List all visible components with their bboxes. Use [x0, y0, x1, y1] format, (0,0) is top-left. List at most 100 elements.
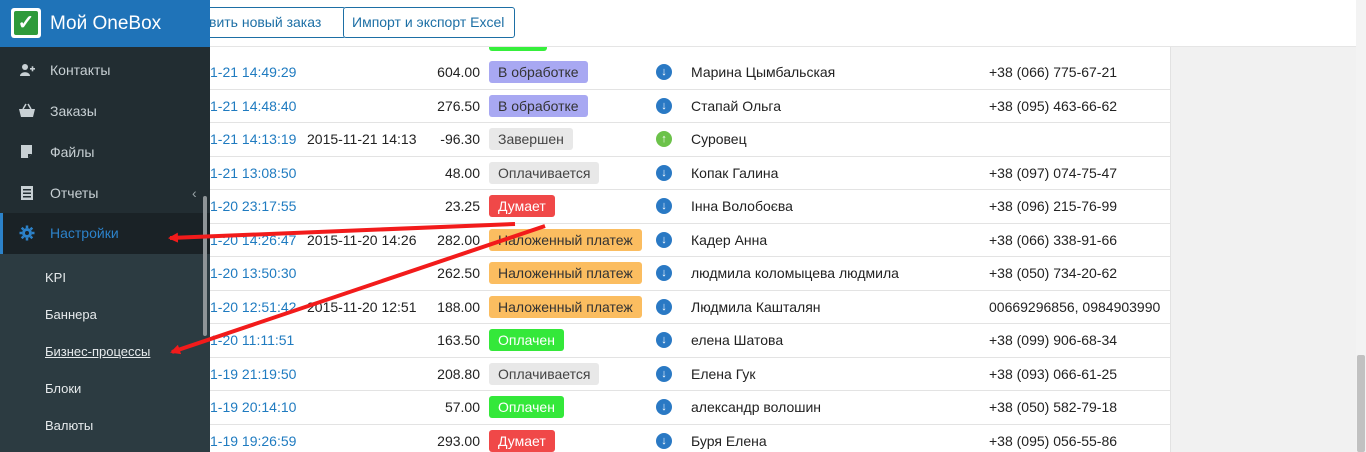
order-date-link[interactable]: 1-19 19:26:59: [210, 425, 305, 452]
order-closed-date: [307, 324, 427, 357]
client-phone: +38 (066) 338-91-66: [989, 231, 1118, 248]
status-cell: Оплачен: [489, 324, 564, 357]
table-row[interactable]: 1-20 11:11:51 163.50 Оплачен ↓ елена Шатова +…: [210, 324, 1170, 358]
right-panel: [1170, 47, 1356, 452]
table-row[interactable]: 1-20 12:51:42 2015-11-20 12:51 188.00 Налож…: [210, 291, 1170, 324]
order-date-link[interactable]: 1-20 11:11:51: [210, 324, 305, 357]
sidebar-item-settings[interactable]: Настройки: [0, 213, 210, 254]
order-sum: -96.30: [440, 131, 480, 147]
table-row[interactable]: 1-20 14:26:47 2015-11-20 14:26 282.00 Налож…: [210, 224, 1170, 257]
table-row[interactable]: 1-20 13:50:30 262.50 Наложенный платеж ↓ люд…: [210, 257, 1170, 291]
submenu-item-label: Бизнес-процессы: [45, 344, 151, 359]
import-export-excel-button[interactable]: Импорт и экспорт Excel: [343, 7, 515, 38]
submenu-item-label: Валюты: [45, 418, 94, 433]
sidebar-item-reports[interactable]: Отчеты ‹: [0, 173, 210, 214]
order-closed-date: [307, 56, 427, 89]
client-name: Стапай Ольга: [691, 97, 782, 114]
order-date-link[interactable]: 1-20 13:50:30: [210, 257, 305, 290]
order-sum: 23.25: [444, 198, 480, 214]
status-badge: В обработке: [489, 94, 588, 117]
submenu-item-business-processes[interactable]: Бизнес-процессы: [0, 333, 210, 370]
order-closed-date: [307, 190, 427, 223]
order-sum: 208.80: [437, 365, 480, 382]
order-closed-date: 2015-11-21 14:13: [307, 131, 417, 147]
arrow-down-icon: ↓: [656, 365, 672, 382]
order-sum: 262.50: [437, 265, 480, 281]
table-row[interactable]: 1-19 20:14:10 57.00 Оплачен ↓ александр воло…: [210, 391, 1170, 425]
arrow-down-icon: ↓: [656, 97, 672, 114]
submenu-item-currencies[interactable]: Валюты: [0, 407, 210, 444]
order-sum: 276.50: [437, 97, 480, 114]
files-icon: [18, 132, 36, 176]
client-name: Суровец: [691, 131, 747, 147]
client-name: Людмила Кашталян: [691, 298, 821, 315]
status-badge: Думает: [489, 429, 555, 452]
order-sum: 293.00: [437, 432, 480, 449]
status-cell: Оплачивается: [489, 358, 600, 391]
order-date-link[interactable]: 1-20 14:26:47: [210, 224, 305, 257]
arrow-down-icon: ↓: [656, 399, 672, 416]
brand-title: Мой OneBox: [50, 13, 162, 34]
order-date-link[interactable]: 1-21 14:13:19: [210, 123, 305, 156]
client-name: Копак Галина: [691, 164, 779, 181]
client-name: Буря Елена: [691, 432, 767, 449]
direction-cell: ↓: [656, 56, 674, 89]
sidebar-scrollbar[interactable]: [203, 196, 207, 336]
sidebar-item-contacts[interactable]: Контакты: [0, 50, 210, 91]
sidebar-item-orders[interactable]: Заказы: [0, 91, 210, 132]
order-date-link[interactable]: 1-19 20:14:10: [210, 391, 305, 424]
order-date-link[interactable]: 1-20 12:51:42: [210, 291, 305, 324]
order-date-link[interactable]: 1-21 14:48:40: [210, 90, 305, 123]
status-badge: Оплачивается: [489, 362, 600, 385]
settings-submenu: KPI Баннера Бизнес-процессы Блоки Валюты: [0, 254, 210, 452]
sidebar-item-files[interactable]: Файлы: [0, 132, 210, 173]
status-cell: Завершен: [489, 123, 573, 156]
order-closed-date: [307, 391, 427, 424]
client-name: Марина Цымбальская: [691, 64, 836, 80]
table-row[interactable]: 1-19 21:19:50 208.80 Оплачивается ↓ Елена Гу…: [210, 358, 1170, 391]
table-row[interactable]: 1-21 14:49:29 604.00 В обработке ↓ Марина Цы…: [210, 56, 1170, 90]
client-phone: [989, 123, 1169, 156]
order-closed-date: [307, 90, 427, 123]
table-row[interactable]: 1-19 19:26:59 293.00 Думает ↓ Буря Елена +38 …: [210, 425, 1170, 452]
table-row[interactable]: 1-21 14:48:40 276.50 В обработке ↓ Стапай Ол…: [210, 90, 1170, 123]
client-phone: +38 (097) 074-75-47: [989, 164, 1118, 181]
status-badge: Оплачен: [489, 396, 564, 419]
order-closed-date: [307, 358, 427, 391]
contacts-icon: [18, 50, 36, 94]
arrow-down-icon: ↓: [656, 231, 672, 248]
order-date-link[interactable]: 1-21 13:08:50: [210, 157, 305, 190]
order-sum: 57.00: [444, 399, 480, 415]
client-phone: 00669296856, 0984903990: [989, 298, 1161, 315]
submenu-item-blocks[interactable]: Блоки: [0, 370, 210, 407]
submenu-item-label: Баннера: [45, 307, 97, 322]
status-badge: В обработке: [489, 61, 588, 84]
sidebar-item-label: Настройки: [50, 225, 119, 241]
client-name: Елена Гук: [691, 365, 756, 382]
client-name: елена Шатова: [691, 332, 784, 348]
orders-table: 1-21 14:49:29 604.00 В обработке ↓ Марина Цы…: [210, 47, 1170, 452]
status-badge: Наложенный платеж: [489, 295, 642, 318]
status-badge: Наложенный платеж: [489, 228, 642, 251]
status-cell: Оплачивается: [489, 157, 600, 190]
new-order-button[interactable]: вить новый заказ: [196, 7, 346, 38]
direction-cell: ↓: [656, 425, 674, 452]
submenu-item-kpi[interactable]: KPI: [0, 259, 210, 296]
status-badge: Думает: [489, 195, 555, 218]
submenu-item-label: KPI: [45, 270, 66, 285]
client-phone: +38 (050) 582-79-18: [989, 399, 1118, 415]
arrow-down-icon: ↓: [656, 265, 672, 282]
sidebar: ✓ Мой OneBox Контакты Заказы Файлы Отчет…: [0, 0, 210, 452]
table-row[interactable]: 1-20 23:17:55 23.25 Думает ↓ Інна Волобоєва +…: [210, 190, 1170, 224]
order-date-link[interactable]: 1-21 14:49:29: [210, 56, 305, 89]
submenu-item-banners[interactable]: Баннера: [0, 296, 210, 333]
order-date-link[interactable]: 1-20 23:17:55: [210, 190, 305, 223]
order-date-link[interactable]: 1-19 21:19:50: [210, 358, 305, 391]
table-row[interactable]: 1-21 13:08:50 48.00 Оплачивается ↓ Копак Гал…: [210, 157, 1170, 190]
arrow-down-icon: ↓: [656, 164, 672, 181]
page-scrollbar-thumb[interactable]: [1357, 355, 1365, 452]
status-cell: Оплачен: [489, 391, 564, 424]
table-row[interactable]: 1-21 14:13:19 2015-11-21 14:13 -96.30 Завер…: [210, 123, 1170, 157]
brand-header[interactable]: ✓ Мой OneBox: [0, 0, 210, 47]
client-name: Інна Волобоєва: [691, 198, 793, 214]
